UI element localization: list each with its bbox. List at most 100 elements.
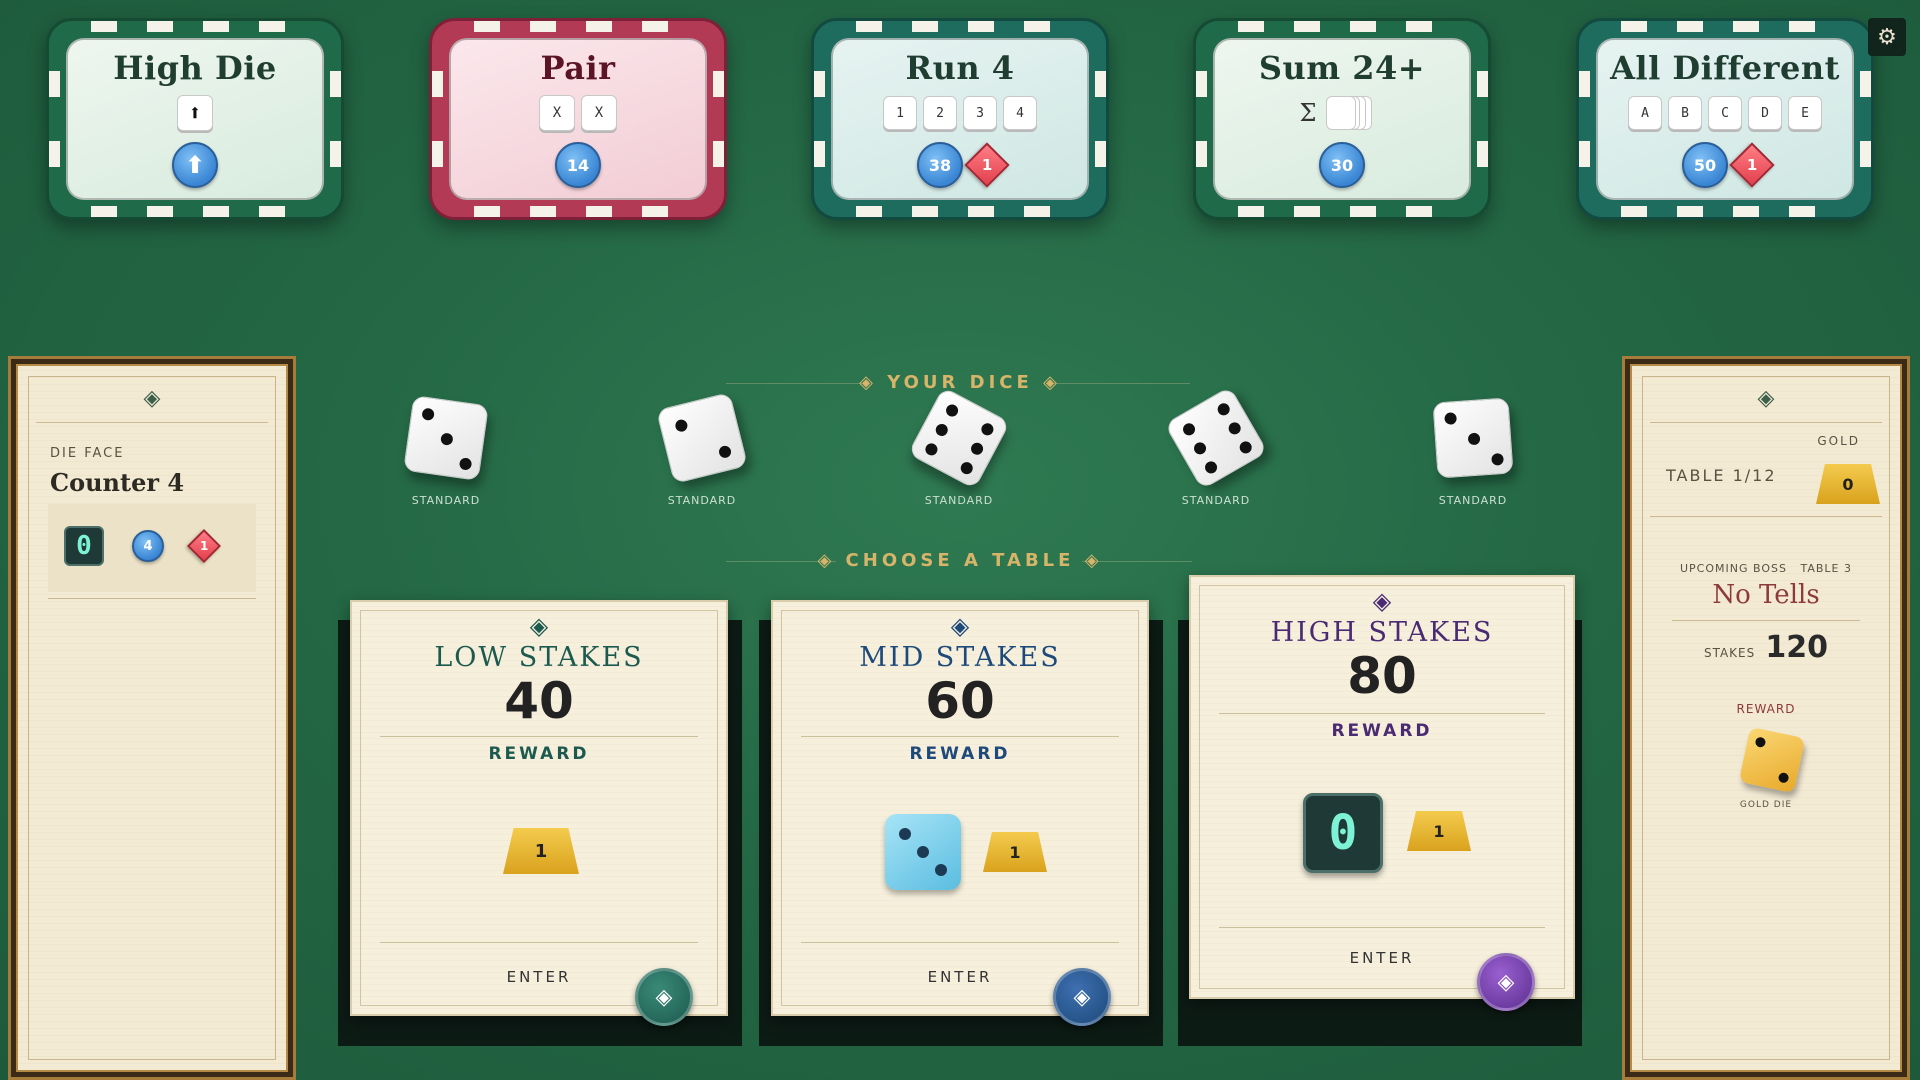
scoring-chip-sum[interactable]: Sum 24+ Σ 30 (1193, 18, 1491, 220)
die-face-6[interactable] (907, 386, 1011, 490)
die-pip (1180, 421, 1198, 438)
boss-stakes: STAKES 120 (1632, 630, 1900, 665)
chip-stripe (1024, 21, 1050, 32)
multiplier-value: 1 (1746, 156, 1758, 174)
pattern-tile: D (1748, 96, 1782, 130)
gold-reward: 1 (503, 828, 579, 874)
die-face-3[interactable] (403, 395, 489, 481)
table-chip-icon: ◈ (1053, 968, 1111, 1026)
stakes-value: 120 (1765, 630, 1829, 665)
table-progress: TABLE 1/12 (1666, 466, 1777, 485)
chip-stripe (147, 21, 173, 32)
chip-title: Run 4 (905, 49, 1015, 87)
chip-stripe (1789, 21, 1815, 32)
chip-stripe (259, 206, 285, 217)
diamond-ornament-icon: ◈ (1757, 385, 1775, 411)
die-pip (917, 846, 929, 858)
divider (1672, 620, 1860, 621)
chip-stripe (1238, 206, 1264, 217)
score-token: 30 (1319, 142, 1365, 188)
choose-table-heading-text: CHOOSE A TABLE (845, 550, 1075, 571)
chip-rewards: 38 1 (917, 142, 1010, 188)
multiplier-diamond: 1 (1729, 142, 1775, 188)
chip-face: High Die ⬆ ⬆ (66, 38, 324, 200)
table-mid-stakes[interactable]: ◈ MID STAKES 60 REWARD 1 ENTER (771, 600, 1149, 1016)
chip-stripe (530, 21, 556, 32)
die-pip (933, 421, 950, 439)
die-face-2[interactable] (655, 391, 749, 485)
diamond-ornament-icon: ◈ (1372, 587, 1392, 615)
die-face-3[interactable] (1432, 397, 1514, 479)
scoring-chip-run-4[interactable]: Run 4 1 2 3 4 38 1 (811, 18, 1109, 220)
chip-stripe (1294, 21, 1320, 32)
chip-stripe (474, 206, 500, 217)
pattern-tile: 3 (963, 96, 997, 130)
chip-stripe (1621, 21, 1647, 32)
table-chip-icon: ◈ (635, 968, 693, 1026)
die-pip (968, 440, 986, 457)
diamond-ornament-icon: ◈ (1074, 550, 1103, 571)
chip-stripe (147, 206, 173, 217)
die-type-label: STANDARD (1181, 494, 1251, 507)
die-type-label: STANDARD (924, 494, 994, 507)
your-dice-heading-text: YOUR DICE (887, 372, 1033, 393)
chip-stripe (814, 141, 825, 167)
chip-stripe (1621, 206, 1647, 217)
die-slot-3[interactable]: STANDARD (899, 386, 1019, 507)
pattern-tile: A (1628, 96, 1662, 130)
die-slot-2[interactable]: STANDARD (642, 391, 762, 507)
gold-counter: 0 (1816, 464, 1880, 504)
die-pip (1202, 459, 1220, 476)
die-pip (1215, 401, 1232, 418)
settings-button[interactable]: ⚙ (1868, 18, 1906, 56)
table-stakes-value: 80 (1347, 647, 1417, 705)
die-face-panel-inner: ◈ DIE FACE Counter 4 0 4 1 (16, 364, 288, 1072)
chip-stripe (1733, 206, 1759, 217)
chip-stripe (586, 206, 612, 217)
table-chip-icon: ◈ (1477, 953, 1535, 1011)
chip-stripe (968, 206, 994, 217)
table-title: LOW STAKES (434, 642, 644, 673)
scoring-chip-all-different[interactable]: All Different A B C D E 50 1 (1576, 18, 1874, 220)
chip-face: Pair X X 14 (449, 38, 707, 200)
up-arrow-token-icon: ⬆ (172, 142, 218, 188)
chip-stripe (1406, 21, 1432, 32)
chip-stripe (1095, 71, 1106, 97)
chip-stripe (1196, 141, 1207, 167)
diamond-ornament-icon: ◈ (859, 372, 888, 393)
divider (1650, 516, 1882, 517)
die-face-6[interactable] (1164, 386, 1268, 490)
reward-label: REWARD (909, 744, 1011, 764)
gold-reward: 1 (983, 832, 1047, 872)
scoring-chip-high-die[interactable]: High Die ⬆ ⬆ (46, 18, 344, 220)
chip-stripe (1677, 206, 1703, 217)
die-slot-4[interactable]: STANDARD (1156, 386, 1276, 507)
die-face-title: Counter 4 (50, 468, 185, 497)
scoring-chip-pair[interactable]: Pair X X 14 (429, 18, 727, 220)
chip-stripe (642, 206, 668, 217)
chip-title: Pair (540, 49, 616, 87)
gear-icon: ⚙ (1877, 24, 1897, 50)
chip-face: Run 4 1 2 3 4 38 1 (831, 38, 1089, 200)
chip-stripe (912, 21, 938, 32)
table-high-stakes[interactable]: ◈ HIGH STAKES 80 REWARD 0 1 ENTER (1189, 575, 1575, 999)
chip-stripe (259, 21, 285, 32)
pattern-tile: 2 (923, 96, 957, 130)
divider (36, 422, 268, 423)
chip-stripe (1477, 71, 1488, 97)
die-pip (923, 441, 940, 458)
die-slot-1[interactable]: STANDARD (386, 395, 506, 507)
boss-reward-label: REWARD (1736, 702, 1796, 716)
chip-pattern: A B C D E (1628, 94, 1822, 132)
table-low-stakes[interactable]: ◈ LOW STAKES 40 REWARD 1 ENTER (350, 600, 728, 1016)
diamond-ornament-icon: ◈ (1032, 372, 1061, 393)
die-pip (1444, 412, 1457, 425)
die-slot-5[interactable]: STANDARD (1413, 397, 1533, 507)
diamond-ornament-icon: ◈ (529, 612, 549, 640)
chip-stripe (856, 21, 882, 32)
die-face-label: DIE FACE (50, 446, 125, 461)
pattern-tile: C (1708, 96, 1742, 130)
multiplier-value: 1 (981, 156, 993, 174)
chip-stripe (432, 71, 443, 97)
chip-stripe (203, 21, 229, 32)
